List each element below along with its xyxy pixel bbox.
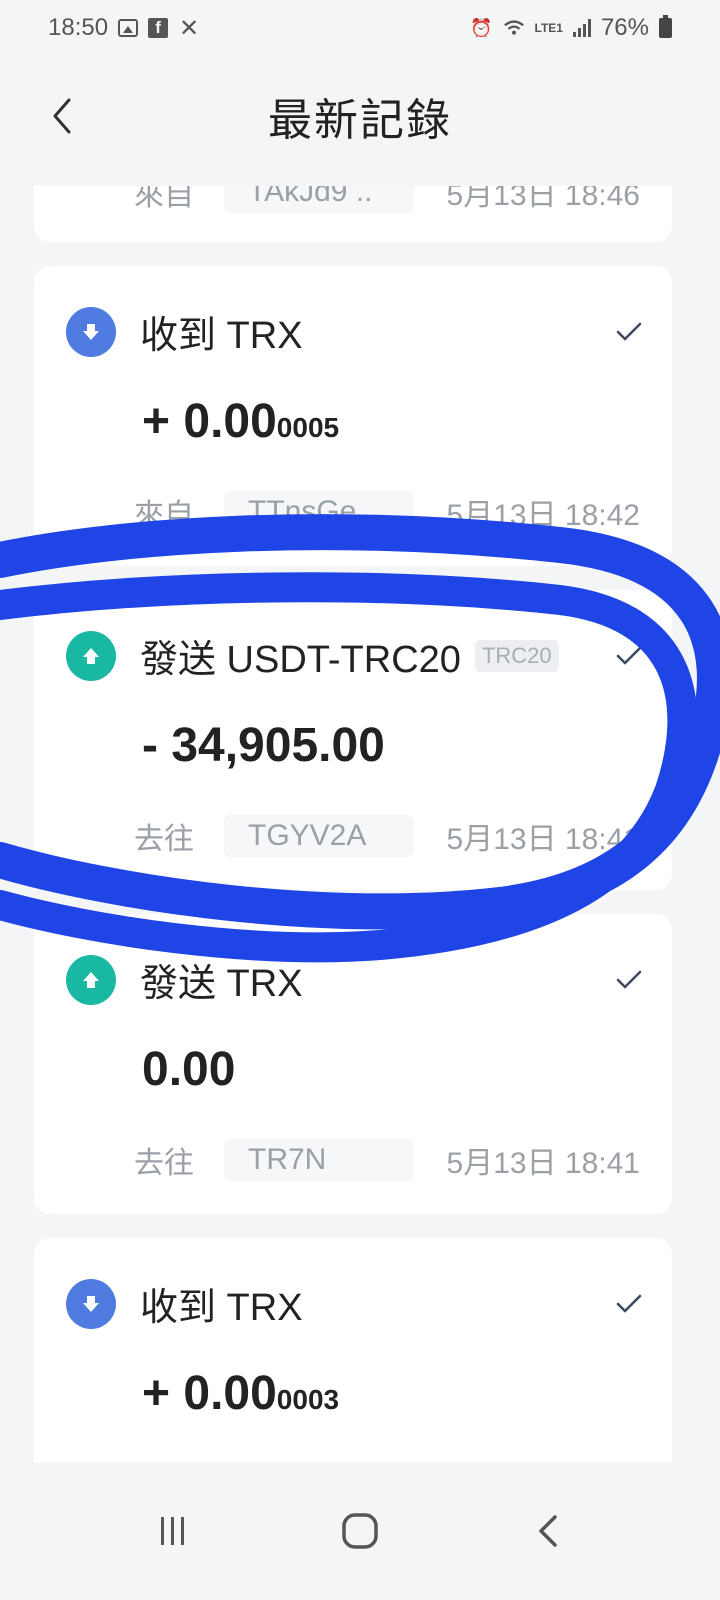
- tx-direction-label: 來自: [134, 499, 194, 532]
- transaction-card[interactable]: 收到 TRX + 0.000003: [34, 1238, 672, 1462]
- wifi-icon: [503, 17, 525, 39]
- recent-apps-button[interactable]: [143, 1501, 203, 1561]
- tx-amount-main: - 34,905.00: [142, 719, 385, 772]
- status-time: 18:50: [48, 14, 109, 41]
- tx-meta: 來自 TAkJd9 .. 5月13日 18:46: [134, 186, 640, 214]
- nav-back-button[interactable]: [517, 1501, 577, 1561]
- network-label: LTE1: [534, 21, 563, 35]
- system-nav-bar: [0, 1462, 720, 1600]
- tx-meta: 去往 TR7N 5月13日 18:41: [134, 1138, 640, 1182]
- tx-amount-small: 0003: [276, 1384, 340, 1415]
- tx-amount: + 0.000003: [142, 1366, 339, 1421]
- tx-time: 5月13日 18:41: [446, 1147, 640, 1180]
- tx-amount-main: + 0.00: [142, 395, 277, 448]
- check-icon: [614, 317, 644, 347]
- tx-time: 5月13日 18:42: [446, 499, 640, 532]
- tx-amount-main: + 0.00: [142, 1367, 277, 1420]
- tx-amount: 0.00: [142, 1042, 235, 1097]
- transaction-card[interactable]: 發送 TRX 0.00 去往 TR7N 5月13日 18:41: [34, 914, 672, 1214]
- tx-address[interactable]: TR7N: [224, 1139, 414, 1181]
- token-standard-badge: TRC20: [474, 639, 559, 672]
- home-icon: [342, 1513, 378, 1549]
- transaction-list[interactable]: 來自 TAkJd9 .. 5月13日 18:46 收到 TRX + 0.0000…: [0, 186, 720, 1462]
- tx-time: 5月13日 18:41: [446, 823, 640, 856]
- tx-amount-small: 0005: [276, 412, 340, 443]
- tx-amount: - 34,905.00: [142, 718, 385, 773]
- transaction-card[interactable]: 發送 USDT-TRC20 TRC20 - 34,905.00 去往 TGYV2…: [34, 590, 672, 890]
- tx-meta: 去往 TGYV2A 5月13日 18:41: [134, 814, 640, 858]
- receive-arrow-icon: [66, 1278, 116, 1329]
- signal-icon: [572, 19, 591, 37]
- tx-direction-label: 來自: [134, 186, 194, 212]
- back-button[interactable]: [42, 92, 82, 140]
- header: 最新記錄: [0, 70, 720, 162]
- check-icon: [614, 1289, 644, 1319]
- tx-meta: 來自 TTnsGe 5月13日 18:42: [134, 490, 640, 534]
- check-icon: [614, 641, 644, 671]
- status-bar: 18:50 f ✕ ⏰ LTE1 76%: [0, 0, 720, 56]
- check-icon: [614, 965, 644, 995]
- status-left: 18:50 f ✕: [48, 14, 200, 42]
- send-arrow-icon: [66, 954, 116, 1005]
- page-title: 最新記錄: [268, 96, 452, 145]
- tx-address: TAkJd9 ..: [224, 186, 414, 213]
- tx-amount: + 0.000005: [142, 394, 339, 449]
- battery-percent: 76%: [600, 14, 649, 41]
- tx-direction-label: 去往: [134, 823, 194, 856]
- status-right: ⏰ LTE1 76%: [470, 14, 672, 42]
- home-button[interactable]: [330, 1501, 390, 1561]
- tx-address[interactable]: TGYV2A: [224, 815, 414, 857]
- transaction-card-partial[interactable]: 來自 TAkJd9 .. 5月13日 18:46: [34, 186, 672, 242]
- battery-icon: [659, 15, 672, 38]
- tx-address[interactable]: TTnsGe: [224, 491, 414, 533]
- tx-title: 發送 USDT-TRC20: [140, 639, 461, 681]
- send-arrow-icon: [66, 630, 116, 681]
- back-icon: [538, 1515, 557, 1547]
- recent-apps-icon: [161, 1517, 185, 1545]
- x-icon: ✕: [179, 14, 200, 42]
- alarm-icon: ⏰: [470, 17, 493, 38]
- gallery-icon: [118, 19, 139, 37]
- tx-title: 收到 TRX: [140, 1287, 303, 1329]
- tx-title: 收到 TRX: [140, 315, 303, 357]
- tx-title: 發送 TRX: [140, 963, 303, 1005]
- chevron-left-icon: [53, 98, 71, 134]
- tx-time: 5月13日 18:46: [446, 186, 640, 212]
- receive-arrow-icon: [66, 306, 116, 357]
- tx-amount-main: 0.00: [142, 1043, 236, 1096]
- transaction-card[interactable]: 收到 TRX + 0.000005 來自 TTnsGe 5月13日 18:42: [34, 266, 672, 566]
- facebook-icon: f: [148, 18, 169, 38]
- tx-direction-label: 去往: [134, 1147, 194, 1180]
